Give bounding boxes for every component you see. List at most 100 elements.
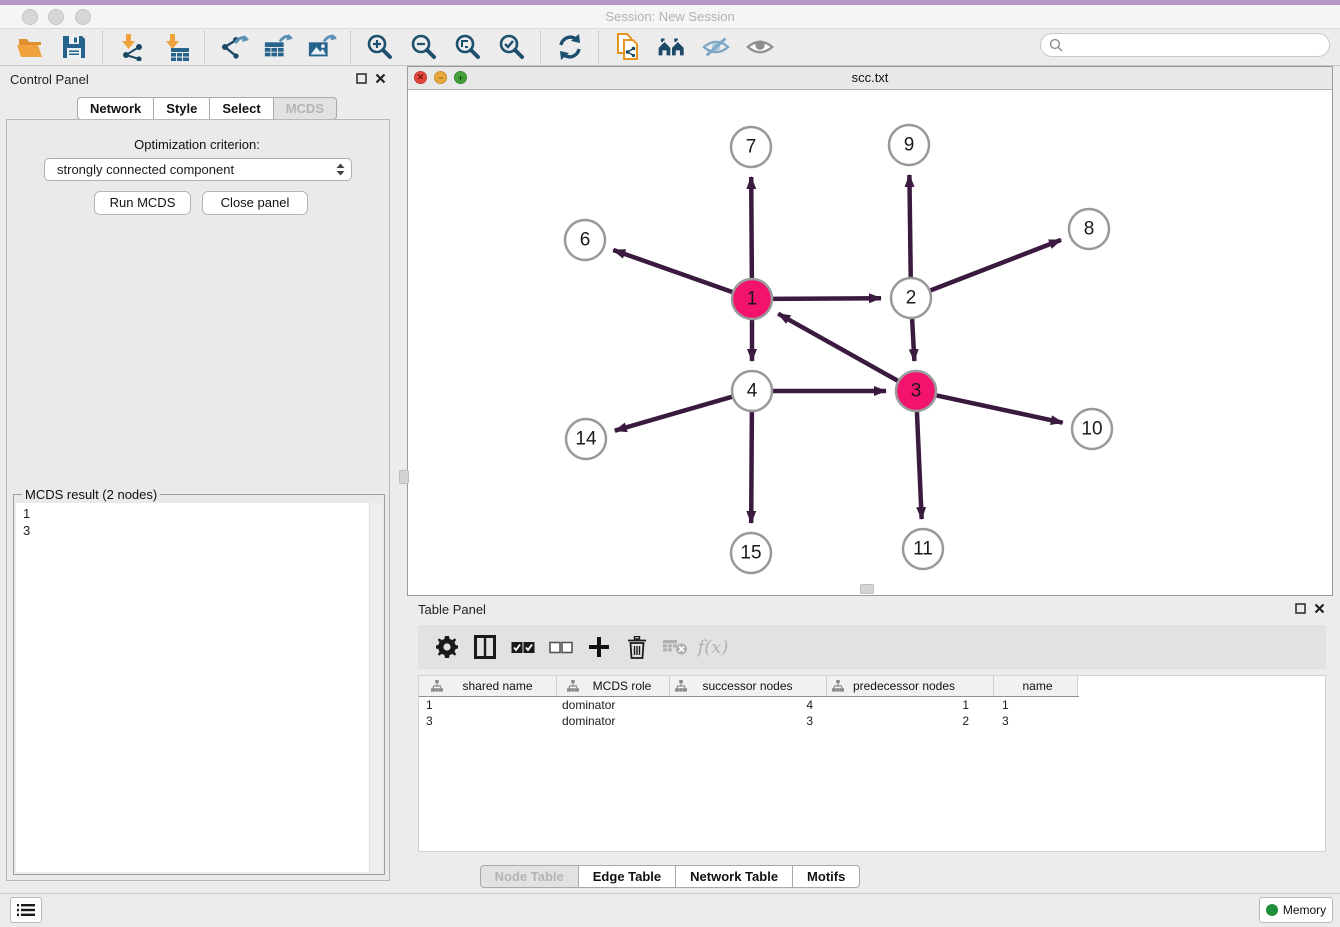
hierarchy-icon [431, 680, 443, 692]
table-row[interactable]: 1 dominator 4 1 1 [419, 697, 1325, 713]
zoom-selected-icon[interactable] [497, 32, 527, 62]
graph-node-label: 2 [906, 288, 917, 309]
network-view-window: ✕ − + scc.txt 7968124314101511 [407, 66, 1333, 596]
toolbar-separator [102, 31, 104, 63]
close-panel-icon[interactable] [375, 73, 386, 84]
mcds-result-group: MCDS result (2 nodes) 1 3 [13, 494, 385, 875]
cell-shared-name: 1 [419, 698, 557, 712]
close-window-icon[interactable] [22, 9, 38, 25]
memory-button[interactable]: Memory [1259, 897, 1333, 923]
float-table-panel-icon[interactable] [1295, 603, 1306, 614]
cell-successor-nodes: 4 [670, 698, 827, 712]
optimization-criterion-value: strongly connected component [57, 162, 234, 177]
zoom-out-icon[interactable] [409, 32, 439, 62]
graph-edge-3-10[interactable] [937, 395, 1063, 422]
add-column-icon[interactable] [586, 634, 612, 660]
tab-edge-table[interactable]: Edge Table [579, 865, 676, 888]
export-table-icon[interactable] [263, 32, 293, 62]
close-table-panel-icon[interactable] [1314, 603, 1325, 614]
optimization-criterion-select[interactable]: strongly connected component [44, 158, 352, 181]
horizontal-splitter-grip[interactable] [860, 584, 874, 594]
tab-node-table[interactable]: Node Table [480, 865, 579, 888]
open-session-icon[interactable] [15, 32, 45, 62]
tab-network-table[interactable]: Network Table [676, 865, 793, 888]
graph-node-label: 8 [1084, 219, 1095, 240]
memory-status-icon [1266, 904, 1278, 916]
column-header-name[interactable]: name [994, 676, 1078, 696]
tab-network[interactable]: Network [77, 97, 154, 120]
list-icon [17, 903, 35, 917]
show-all-icon[interactable] [745, 32, 775, 62]
hierarchy-icon [832, 680, 844, 692]
graph-edge-2-9[interactable] [909, 175, 910, 277]
zoom-window-icon[interactable] [75, 9, 91, 25]
close-network-icon[interactable]: ✕ [414, 71, 427, 84]
column-header-successor-nodes[interactable]: successor nodes [670, 676, 827, 696]
zoom-network-icon[interactable]: + [454, 71, 467, 84]
graph-edge-2-8[interactable] [931, 240, 1061, 291]
run-mcds-button[interactable]: Run MCDS [94, 191, 191, 215]
float-panel-icon[interactable] [356, 73, 367, 84]
delete-column-icon[interactable] [624, 634, 650, 660]
table-row[interactable]: 3 dominator 3 2 3 [419, 713, 1325, 729]
column-header-predecessor-nodes[interactable]: predecessor nodes [827, 676, 994, 696]
hierarchy-icon [675, 680, 687, 692]
tab-mcds[interactable]: MCDS [274, 97, 337, 120]
toolbar-separator [540, 31, 542, 63]
graph-edge-1-7[interactable] [751, 177, 752, 278]
cell-successor-nodes: 3 [670, 714, 827, 728]
task-history-button[interactable] [10, 897, 42, 923]
search-input[interactable] [1063, 37, 1329, 53]
graph-edge-4-14[interactable] [615, 397, 732, 431]
import-network-icon[interactable] [117, 32, 147, 62]
toolbar-separator [204, 31, 206, 63]
tab-style[interactable]: Style [154, 97, 210, 120]
function-builder-icon: f(x) [700, 634, 726, 660]
minimize-window-icon[interactable] [48, 9, 64, 25]
graph-node-label: 3 [911, 381, 922, 402]
cell-predecessor-nodes: 2 [827, 714, 994, 728]
close-panel-button[interactable]: Close panel [202, 191, 308, 215]
refresh-icon[interactable] [555, 32, 585, 62]
tab-motifs[interactable]: Motifs [793, 865, 860, 888]
zoom-in-icon[interactable] [365, 32, 395, 62]
graph-node-label: 1 [747, 289, 758, 310]
graph-node-label: 15 [740, 543, 761, 564]
select-all-icon[interactable] [510, 634, 536, 660]
network-window-controls: ✕ − + [414, 71, 474, 84]
toolbar-separator [350, 31, 352, 63]
zoom-fit-icon[interactable] [453, 32, 483, 62]
network-graph[interactable]: 7968124314101511 [408, 89, 1332, 595]
duplicate-network-icon[interactable] [613, 32, 643, 62]
gear-icon[interactable] [434, 634, 460, 660]
vertical-splitter-grip[interactable] [399, 470, 409, 484]
column-view-icon[interactable] [472, 634, 498, 660]
save-session-icon[interactable] [59, 32, 89, 62]
minimize-network-icon[interactable]: − [434, 71, 447, 84]
column-header-shared-name[interactable]: shared name [419, 676, 557, 696]
graph-edge-4-15[interactable] [751, 412, 752, 523]
result-scrollbar[interactable] [369, 503, 382, 872]
import-table-icon[interactable] [161, 32, 191, 62]
export-network-icon[interactable] [219, 32, 249, 62]
graph-edge-3-1[interactable] [778, 314, 898, 381]
export-image-icon[interactable] [307, 32, 337, 62]
graph-node-label: 10 [1081, 419, 1102, 440]
mcds-result-text[interactable]: 1 3 [16, 503, 370, 872]
unselect-all-icon[interactable] [548, 634, 574, 660]
tab-select[interactable]: Select [210, 97, 273, 120]
column-header-mcds-role[interactable]: MCDS role [557, 676, 670, 696]
graph-node-label: 9 [904, 135, 915, 156]
search-field[interactable] [1040, 33, 1330, 57]
toolbar-separator [598, 31, 600, 63]
graph-edge-3-11[interactable] [917, 412, 922, 519]
optimization-criterion-label: Optimization criterion: [0, 137, 394, 152]
graph-node-label: 7 [746, 137, 757, 158]
table-panel-title: Table Panel [418, 602, 486, 617]
graph-edge-1-2[interactable] [773, 298, 881, 299]
graph-edge-2-3[interactable] [912, 319, 914, 361]
first-neighbors-icon[interactable] [657, 32, 687, 62]
graph-edge-1-6[interactable] [613, 250, 732, 292]
cell-name: 1 [994, 698, 1078, 712]
hide-selected-icon[interactable] [701, 32, 731, 62]
